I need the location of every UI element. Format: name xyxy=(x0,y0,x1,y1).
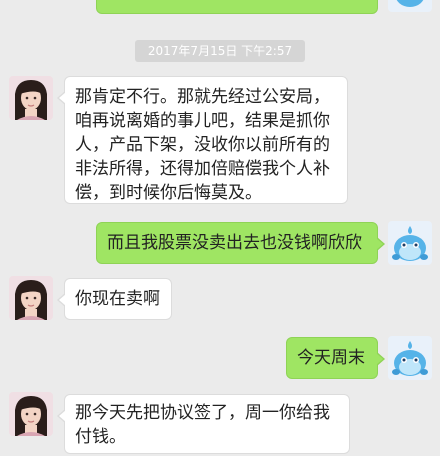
message-bubble-2[interactable]: 而且我股票没卖出去也没钱啊欣欣 xyxy=(96,222,385,264)
contact-avatar[interactable] xyxy=(9,276,53,320)
blue-mascot-avatar-icon xyxy=(388,0,432,12)
my-avatar[interactable] xyxy=(388,336,432,380)
message-line: 人，产品下架，没收你以前所有的 xyxy=(75,135,330,155)
girl-avatar-icon xyxy=(9,76,53,120)
my-avatar[interactable] xyxy=(388,0,432,12)
blue-mascot-avatar-icon xyxy=(388,221,432,265)
blue-mascot-avatar-icon xyxy=(388,336,432,380)
girl-avatar-icon xyxy=(9,276,53,320)
message-bubble-5[interactable]: 那今天先把协议签了，周一你给我 付钱。 xyxy=(57,394,350,454)
message-bubble-3[interactable]: 你现在卖啊 xyxy=(57,278,172,320)
message-line: 你现在卖啊 xyxy=(75,289,160,309)
previous-message-bubble[interactable] xyxy=(96,0,378,14)
message-line: 非法所得，还得加倍赔偿我个人补 xyxy=(75,159,330,179)
message-line: 那肯定不行。那就先经过公安局， xyxy=(75,87,330,107)
girl-avatar-icon xyxy=(9,392,53,436)
message-line: 那今天先把协议签了，周一你给我 xyxy=(75,403,330,423)
timestamp: 2017年7月15日 下午2:57 xyxy=(135,40,305,62)
contact-avatar[interactable] xyxy=(9,392,53,436)
chat-area: 2017年7月15日 下午2:57 那肯定不行。那就先经过公安局， 咱再说离婚的… xyxy=(0,0,440,456)
message-line: 今天周末 xyxy=(297,348,365,368)
message-line: 咱再说离婚的事儿吧，结果是抓你 xyxy=(75,111,330,131)
message-bubble-1[interactable]: 那肯定不行。那就先经过公安局， 咱再说离婚的事儿吧，结果是抓你 人，产品下架，没… xyxy=(57,76,348,204)
message-bubble-4[interactable]: 今天周末 xyxy=(286,337,385,379)
message-line: 偿，到时候你后悔莫及。 xyxy=(75,183,262,203)
my-avatar[interactable] xyxy=(388,221,432,265)
contact-avatar[interactable] xyxy=(9,76,53,120)
message-line: 而且我股票没卖出去也没钱啊欣欣 xyxy=(107,233,362,253)
message-line: 付钱。 xyxy=(75,427,126,447)
